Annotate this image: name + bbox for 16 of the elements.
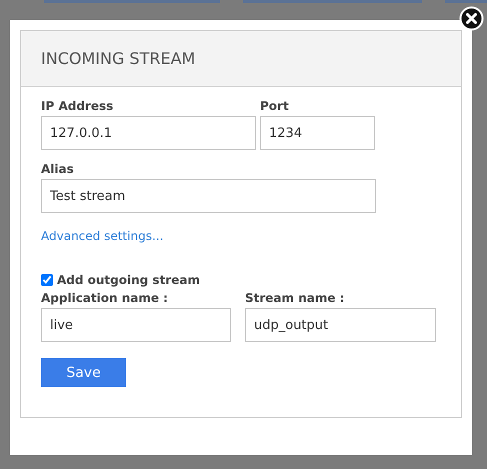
field-label: Alias	[41, 162, 75, 176]
advanced-settings-link[interactable]: Advanced settings...	[41, 229, 164, 243]
input-field[interactable]: Test stream	[41, 179, 376, 213]
input-field[interactable]: live	[41, 308, 231, 342]
save-button[interactable]: Save	[41, 358, 126, 387]
field-label: IP Address	[41, 99, 114, 113]
input-field[interactable]: 1234	[260, 116, 375, 150]
close-icon[interactable]	[459, 6, 484, 31]
field-label: Port	[260, 99, 290, 113]
field-label: Stream name :	[245, 291, 346, 305]
field-label: Application name :	[41, 291, 169, 305]
input-field[interactable]: 127.0.0.1	[41, 116, 256, 150]
input-field[interactable]: udp_output	[245, 308, 436, 342]
dialog-title: INCOMING STREAM	[41, 49, 196, 68]
checkbox-label: Add outgoing stream	[57, 273, 200, 287]
checkbox[interactable]	[41, 274, 53, 286]
